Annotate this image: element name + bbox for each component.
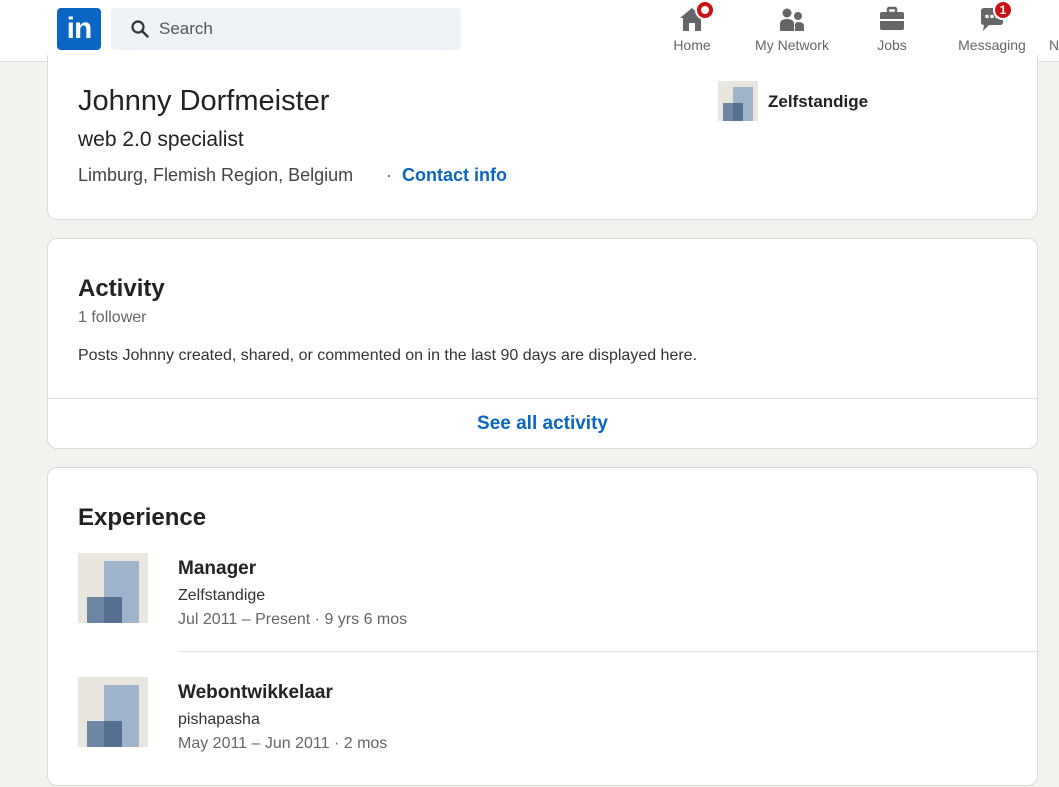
nav-my-network[interactable]: My Network [747,0,837,62]
experience-company: pishapasha [178,711,260,728]
company-logo[interactable] [718,81,758,121]
profile-headline: web 2.0 specialist [78,128,244,151]
nav-home-label: Home [673,37,711,53]
activity-card: Activity 1 follower Posts Johnny created… [47,238,1038,449]
linkedin-logo[interactable]: in [57,8,101,50]
activity-title: Activity [78,275,165,302]
see-all-activity-button[interactable]: See all activity [48,399,1037,449]
follower-count: 1 follower [78,309,147,326]
top-nav-bar: in Home My Network Jobs [0,0,1059,62]
nav-jobs-label: Jobs [877,37,907,53]
experience-job-title[interactable]: Webontwikkelaar [178,682,333,704]
company-logo[interactable] [78,553,148,623]
search-box[interactable] [111,8,461,50]
experience-job-title[interactable]: Manager [178,558,256,580]
briefcase-icon [880,6,904,30]
messaging-count-badge: 1 [993,0,1013,20]
activity-description: Posts Johnny created, shared, or comment… [78,347,698,364]
nav-messaging[interactable]: 1 Messaging [947,0,1037,62]
contact-info-link[interactable]: Contact info [402,165,507,186]
nav-messaging-label: Messaging [958,37,1026,53]
profile-intro-card: Johnny Dorfmeister web 2.0 specialist Li… [47,55,1038,220]
search-input[interactable] [159,8,449,50]
experience-title: Experience [78,504,207,531]
network-icon [780,8,804,31]
location-separator: · [386,165,392,185]
experience-dates: Jul 2011 – Present · 9 yrs 6 mos [178,611,408,628]
nav-home[interactable]: Home [647,0,737,62]
experience-card: Experience Manager Zelfstandige Jul 2011… [47,467,1038,786]
experience-company: Zelfstandige [178,587,266,604]
profile-name: Johnny Dorfmeister [78,85,330,117]
company-logo[interactable] [78,677,148,747]
home-notification-badge [695,0,715,20]
nav-jobs[interactable]: Jobs [847,0,937,62]
experience-dates: May 2011 – Jun 2011 · 2 mos [178,735,388,752]
profile-location: Limburg, Flemish Region, Belgium [78,165,354,185]
nav-notifications-label-cut[interactable]: N [1049,37,1059,53]
search-icon [131,20,149,38]
current-company-name[interactable]: Zelfstandige [768,92,868,112]
experience-divider [178,651,1037,652]
nav-my-network-label: My Network [755,37,829,53]
